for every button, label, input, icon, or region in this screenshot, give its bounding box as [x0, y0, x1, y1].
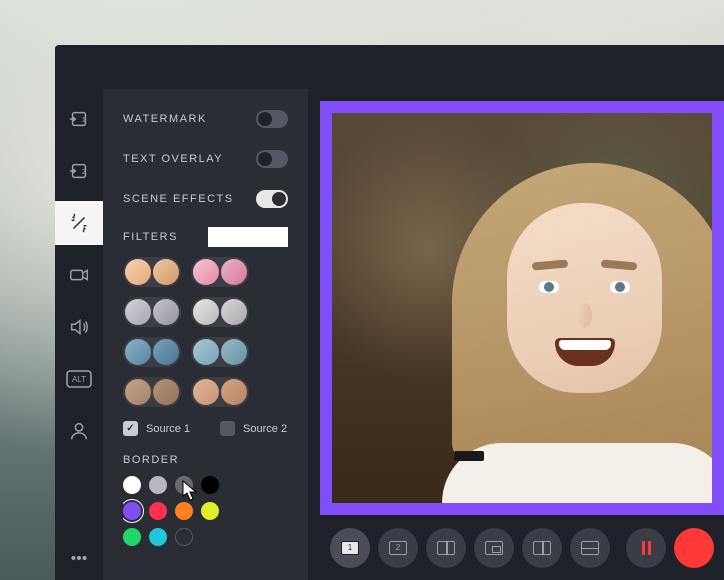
color-gray[interactable]: [175, 476, 193, 494]
source2-label: Source 2: [243, 423, 287, 435]
border-section: BORDER #814EFA: [123, 450, 288, 580]
record-button[interactable]: [674, 528, 714, 568]
color-green[interactable]: [123, 528, 141, 546]
scene-effects-row: SCENE EFFECTS: [123, 179, 288, 219]
preview-frame: [320, 101, 724, 515]
watermark-row: WATERMARK: [123, 99, 288, 139]
svg-text:2: 2: [82, 167, 86, 176]
source1-label: Source 1: [146, 423, 190, 435]
border-label: BORDER: [123, 454, 179, 466]
filter-option-2[interactable]: [191, 257, 249, 287]
sidebar: 1 2 ALT: [55, 89, 103, 580]
filters-header: FILTERS: [123, 227, 288, 247]
text-overlay-toggle[interactable]: [256, 150, 288, 168]
pause-button[interactable]: [626, 528, 666, 568]
filter-source2[interactable]: Source 2: [220, 421, 287, 436]
sidebar-item-profile[interactable]: [55, 409, 103, 453]
filter-option-4[interactable]: [191, 297, 249, 327]
color-orange[interactable]: [175, 502, 193, 520]
sidebar-item-alt[interactable]: ALT: [55, 357, 103, 401]
filter-option-7[interactable]: [123, 377, 181, 407]
scene-5-button[interactable]: [522, 528, 562, 568]
sidebar-item-effects[interactable]: [55, 201, 103, 245]
filter-option-6[interactable]: [191, 337, 249, 367]
checkbox-icon: [123, 421, 138, 436]
watermark-label: WATERMARK: [123, 113, 207, 125]
preview-person: [432, 163, 724, 503]
svg-text:ALT: ALT: [72, 375, 86, 384]
filter-option-8[interactable]: [191, 377, 249, 407]
scene-1-button[interactable]: 1: [330, 528, 370, 568]
checkbox-icon: [220, 421, 235, 436]
sidebar-item-camera[interactable]: [55, 253, 103, 297]
scene-single-icon: 1: [341, 541, 359, 555]
color-purple[interactable]: [123, 502, 141, 520]
text-overlay-label: TEXT OVERLAY: [123, 153, 223, 165]
sidebar-item-input-2[interactable]: 2: [55, 149, 103, 193]
scene-single-icon: 2: [389, 541, 407, 555]
scene-6-button[interactable]: [570, 528, 610, 568]
filter-option-1[interactable]: [123, 257, 181, 287]
text-overlay-row: TEXT OVERLAY: [123, 139, 288, 179]
filters-label: FILTERS: [123, 231, 178, 243]
color-white[interactable]: [123, 476, 141, 494]
filter-option-5[interactable]: [123, 337, 181, 367]
scene-4-button[interactable]: [474, 528, 514, 568]
color-cyan[interactable]: [149, 528, 167, 546]
scene-bar: 1 2: [320, 515, 724, 580]
scene-2-button[interactable]: 2: [378, 528, 418, 568]
filter-option-3[interactable]: [123, 297, 181, 327]
color-yellow[interactable]: [201, 502, 219, 520]
scene-3-button[interactable]: [426, 528, 466, 568]
scene-effects-toggle[interactable]: [256, 190, 288, 208]
watermark-toggle[interactable]: [256, 110, 288, 128]
scene-effects-label: SCENE EFFECTS: [123, 193, 234, 205]
filter-grid: [123, 257, 288, 407]
svg-text:1: 1: [82, 115, 86, 124]
preview-area: 1 2: [308, 89, 724, 580]
app-window: 1 2 ALT WATERMARK TEXT OVERLAY: [55, 45, 724, 580]
scene-split-v-icon: [437, 541, 455, 555]
settings-panel: WATERMARK TEXT OVERLAY SCENE EFFECTS FIL…: [103, 89, 308, 580]
scene-split-v-icon: [533, 541, 551, 555]
sidebar-item-input-1[interactable]: 1: [55, 97, 103, 141]
filter-sources: Source 1 Source 2: [123, 421, 288, 436]
sidebar-item-audio[interactable]: [55, 305, 103, 349]
scene-pip-icon: [485, 541, 503, 555]
filter-source1[interactable]: Source 1: [123, 421, 190, 436]
color-custom[interactable]: [175, 528, 193, 546]
sidebar-item-more[interactable]: [55, 536, 103, 580]
border-color-grid: [123, 476, 243, 546]
color-black[interactable]: [201, 476, 219, 494]
scene-split-h-icon: [581, 541, 599, 555]
color-light-gray[interactable]: [149, 476, 167, 494]
color-red[interactable]: [149, 502, 167, 520]
filters-preview-box: [208, 227, 288, 247]
